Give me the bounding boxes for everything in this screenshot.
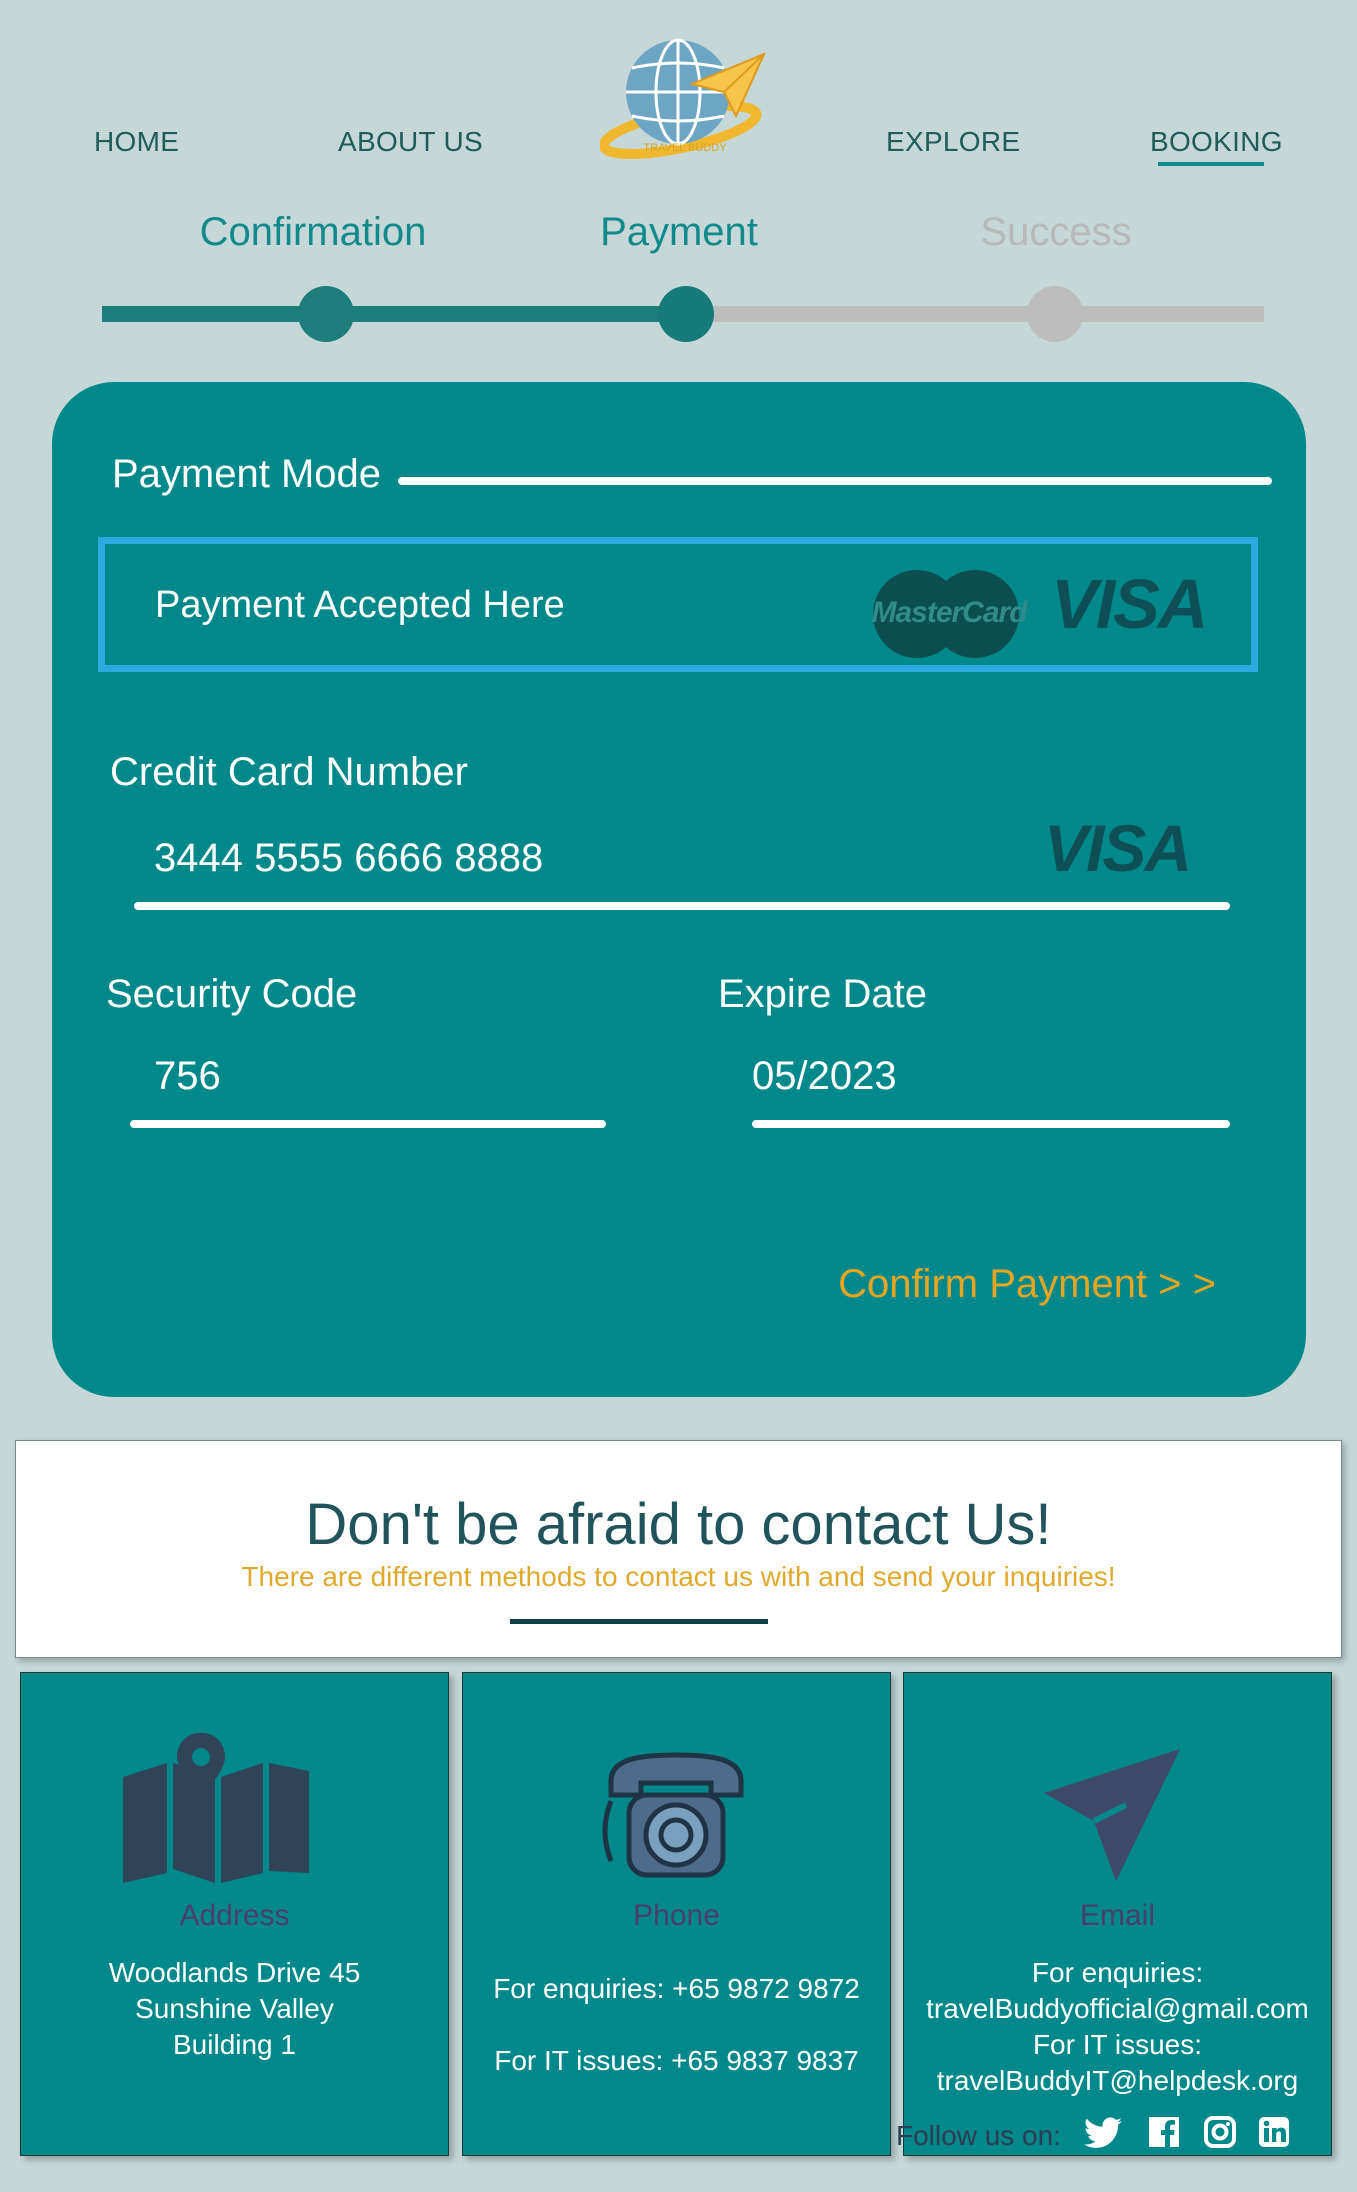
card-number-underline <box>134 902 1230 910</box>
nav-about-us[interactable]: ABOUT US <box>338 126 483 158</box>
email-it-address[interactable]: travelBuddyIT@helpdesk.org <box>904 2063 1331 2099</box>
confirm-payment-button[interactable]: Confirm Payment > > <box>838 1262 1216 1307</box>
email-title: Email <box>1079 1899 1155 1932</box>
contact-card-email: Email For enquiries: travelBuddyofficial… <box>903 1672 1332 2156</box>
expire-date-underline <box>752 1120 1230 1128</box>
map-icon <box>123 1733 309 1883</box>
email-enquiries-address[interactable]: travelBuddyofficial@gmail.com <box>904 1991 1331 2027</box>
accepted-cards-box: Payment Accepted Here MasterCard VISA <box>98 537 1258 672</box>
step-node-payment <box>658 286 714 342</box>
step-node-success <box>1027 286 1083 342</box>
payment-mode-rule <box>398 477 1272 485</box>
contact-subtitle: There are different methods to contact u… <box>241 1561 1116 1592</box>
card-number-visa-icon: VISA <box>1044 811 1192 885</box>
payment-mode-title: Payment Mode <box>112 452 382 496</box>
contact-divider <box>510 1619 768 1624</box>
facebook-icon[interactable] <box>1148 2116 1180 2148</box>
step-label-payment: Payment <box>600 210 758 254</box>
contact-header: Don't be afraid to contact Us! There are… <box>15 1440 1342 1658</box>
nav-explore[interactable]: EXPLORE <box>886 126 1020 158</box>
security-code-input[interactable]: 756 <box>154 1054 221 1099</box>
nav-booking[interactable]: BOOKING <box>1150 126 1283 158</box>
send-plane-icon <box>1044 1749 1180 1881</box>
phone-title: Phone <box>633 1899 720 1932</box>
travel-buddy-logo[interactable]: TRAVEL BUDDY <box>598 30 770 172</box>
progress-track-pending <box>686 306 1264 322</box>
address-line-2: Sunshine Valley <box>135 1993 334 2024</box>
expire-date-label: Expire Date <box>718 972 927 1016</box>
address-title: Address <box>179 1899 290 1932</box>
payment-form-card: Payment Mode Payment Accepted Here Maste… <box>52 382 1306 1397</box>
mastercard-logo: MasterCard <box>871 596 1027 629</box>
step-label-confirmation: Confirmation <box>199 210 427 254</box>
instagram-icon[interactable] <box>1204 2116 1236 2148</box>
follow-us-label: Follow us on: <box>896 2120 1061 2151</box>
nav-home[interactable]: HOME <box>94 126 179 158</box>
step-label-success: Success <box>980 210 1132 254</box>
email-it-label: For IT issues: <box>1032 2029 1203 2060</box>
email-enquiries-label: For enquiries: <box>1031 1957 1204 1988</box>
phone-enquiries[interactable]: For enquiries: +65 9872 9872 <box>463 1971 890 2007</box>
progress-track-done <box>102 306 686 322</box>
card-number-label: Credit Card Number <box>110 750 468 794</box>
logo-text: TRAVEL BUDDY <box>643 142 727 154</box>
security-code-underline <box>130 1120 606 1128</box>
telephone-icon <box>602 1752 744 1878</box>
contact-card-phone: Phone For enquiries: +65 9872 9872 For I… <box>462 1672 891 2156</box>
phone-it-issues[interactable]: For IT issues: +65 9837 9837 <box>463 2043 890 2079</box>
step-node-confirmation <box>298 286 354 342</box>
contact-title: Don't be afraid to contact Us! <box>305 1492 1052 1557</box>
accepted-cards-label: Payment Accepted Here <box>155 584 565 626</box>
card-number-input[interactable]: 3444 5555 6666 8888 <box>154 836 543 881</box>
twitter-icon[interactable] <box>1084 2116 1122 2150</box>
address-line-3: Building 1 <box>173 2029 296 2060</box>
address-line-1: Woodlands Drive 45 <box>108 1957 361 1988</box>
visa-logo: VISA <box>1051 565 1208 643</box>
security-code-label: Security Code <box>106 972 358 1016</box>
linkedin-icon[interactable] <box>1258 2116 1290 2148</box>
contact-card-address: Address Woodlands Drive 45 Sunshine Vall… <box>20 1672 449 2156</box>
nav-active-indicator <box>1158 162 1264 166</box>
expire-date-input[interactable]: 05/2023 <box>752 1054 897 1099</box>
